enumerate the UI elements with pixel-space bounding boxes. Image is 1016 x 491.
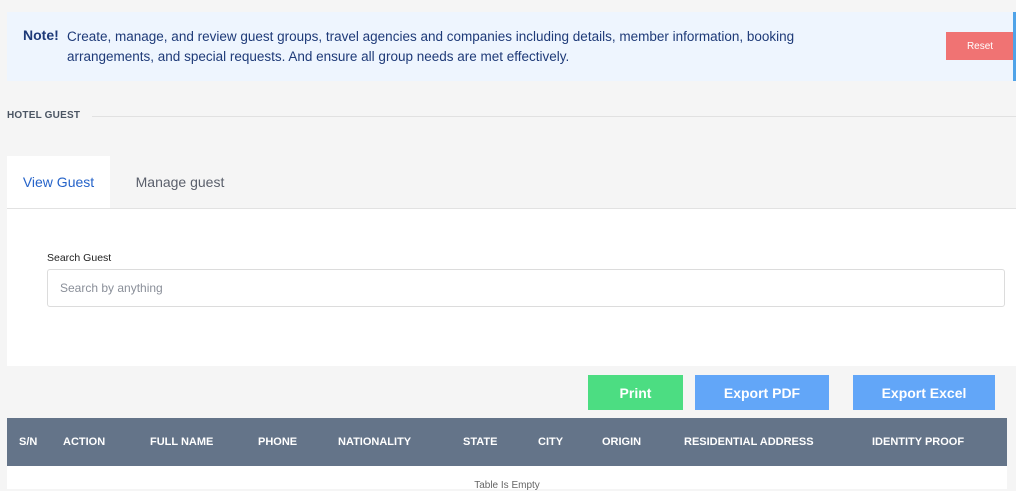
export-excel-button[interactable]: Export Excel [853, 375, 995, 410]
column-header-origin[interactable]: ORIGIN [602, 418, 641, 466]
export-pdf-button[interactable]: Export PDF [695, 375, 829, 410]
search-label: Search Guest [47, 252, 112, 264]
tab-manage-guest[interactable]: Manage guest [110, 156, 250, 208]
empty-table-message: Table Is Empty [474, 480, 540, 491]
note-label: Note! [23, 27, 59, 43]
column-header-nationality[interactable]: NATIONALITY [338, 418, 411, 466]
tab-bar: View Guest Manage guest [7, 156, 1016, 209]
column-header-phone[interactable]: PHONE [258, 418, 297, 466]
column-header-residential-address[interactable]: RESIDENTIAL ADDRESS [684, 418, 814, 466]
column-header-action[interactable]: ACTION [63, 418, 105, 466]
column-header-identity-proof[interactable]: IDENTITY PROOF [872, 418, 964, 466]
reset-button[interactable]: Reset [946, 32, 1014, 60]
section-divider [92, 116, 1016, 117]
note-text: Create, manage, and review guest groups,… [67, 29, 795, 64]
table-body: Table Is Empty [7, 466, 1007, 491]
column-header-full-name[interactable]: FULL NAME [150, 418, 213, 466]
table-header: S/N ACTION FULL NAME PHONE NATIONALITY S… [7, 418, 1007, 466]
column-header-sn[interactable]: S/N [19, 418, 37, 466]
search-input[interactable] [47, 269, 1005, 307]
column-header-city[interactable]: CITY [538, 418, 563, 466]
print-button[interactable]: Print [588, 375, 683, 410]
section-title: HOTEL GUEST [7, 110, 81, 121]
tab-view-guest[interactable]: View Guest [7, 156, 110, 208]
note-banner: Note! Create, manage, and review guest g… [7, 12, 1016, 81]
column-header-state[interactable]: STATE [463, 418, 497, 466]
search-panel: Search Guest [7, 209, 1016, 366]
